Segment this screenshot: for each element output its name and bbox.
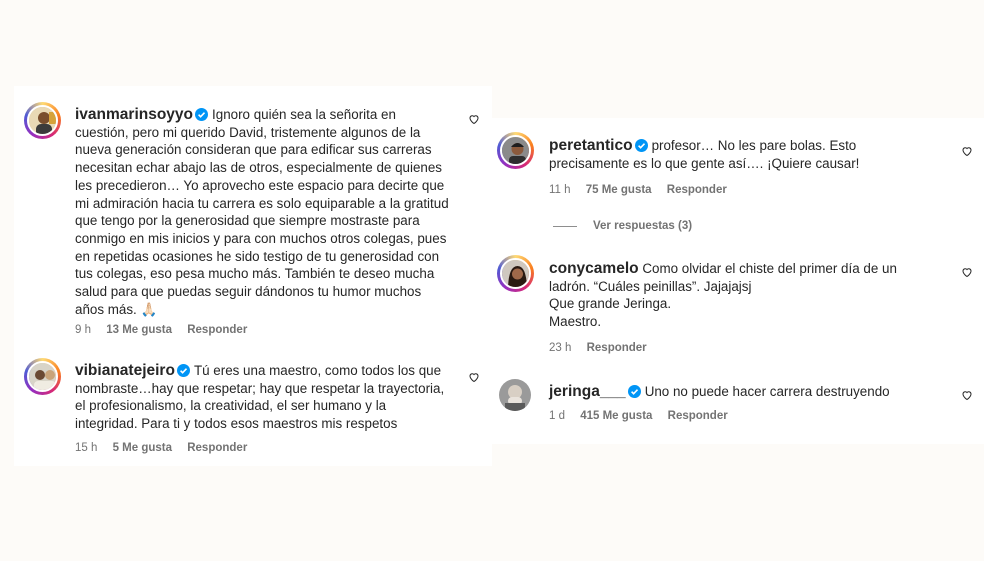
username[interactable]: ivanmarinsoyyo [75, 106, 193, 123]
username[interactable]: conycamelo [549, 260, 639, 277]
comment-line: tus colegas, eso pesa mucho más. También… [75, 266, 435, 282]
comment-time: 9 h [75, 324, 91, 336]
comment-line: salud para que puedas seguir dándonos tu… [75, 284, 422, 300]
comment-body: jeringa___ Uno no puede hacer carrera des… [549, 383, 949, 401]
avatar-image [29, 107, 56, 134]
comment-body: peretantico profesor… No les pare bolas. … [549, 137, 949, 172]
comment-line: Como olvidar el chiste del primer día de… [642, 261, 897, 276]
comment-line: precisamente es lo que gente así…. ¡Quie… [549, 155, 860, 171]
comment-time: 1 d [549, 410, 565, 422]
reply-button[interactable]: Responder [667, 184, 727, 196]
comment-meta: 9 h 13 Me gusta Responder [75, 324, 259, 336]
comment-line: ladrón. “Cuáles peinillas”. Jajajajsj [549, 278, 752, 294]
comment-meta: 11 h 75 Me gusta Responder [549, 184, 739, 196]
like-heart-icon[interactable] [468, 371, 480, 383]
comment-body: ivanmarinsoyyo Ignoro quién sea la señori… [75, 106, 465, 318]
reply-button[interactable]: Responder [187, 324, 247, 336]
like-heart-icon[interactable] [468, 113, 480, 125]
comment-line: en repetidas ocasiones he sido testigo d… [75, 248, 440, 264]
avatar-image [502, 260, 529, 287]
comment-line: Ignoro quién sea la señorita en [212, 107, 396, 122]
avatar-image [29, 363, 56, 390]
comment-line: Maestro. [549, 314, 602, 330]
verified-badge-icon [634, 139, 648, 152]
comment-time: 11 h [549, 184, 571, 196]
comment-line: nombraste…hay que respetar; hay que resp… [75, 380, 445, 396]
reply-button[interactable]: Responder [668, 410, 728, 422]
like-heart-icon[interactable] [961, 389, 973, 401]
comment-line: nueva generación consideran que para edi… [75, 142, 432, 158]
comment-meta: 15 h 5 Me gusta Responder [75, 442, 259, 454]
comment-body: conycamelo Como olvidar el chiste del pr… [549, 260, 949, 331]
comment-time: 23 h [549, 342, 572, 354]
reply-button[interactable]: Responder [587, 342, 647, 354]
comment-line: que tengo por la generosidad que siempre… [75, 213, 420, 229]
likes-count[interactable]: 415 Me gusta [580, 410, 652, 422]
avatar[interactable] [497, 255, 534, 292]
comment-line: cuestión, pero mi querido David, tristem… [75, 124, 421, 140]
likes-count[interactable]: 13 Me gusta [106, 324, 172, 336]
comment-line: Uno no puede hacer carrera destruyendo [644, 384, 890, 399]
comment-time: 15 h [75, 442, 98, 454]
comment-line: Tú eres una maestro, como todos los que [193, 363, 442, 378]
verified-badge-icon [195, 108, 209, 121]
comment-line: les precedieron… Yo aprovecho este espac… [75, 177, 445, 193]
avatar[interactable] [497, 132, 534, 169]
verified-badge-icon [176, 364, 190, 377]
like-heart-icon[interactable] [961, 145, 973, 157]
comment-body: vibianatejeiro Tú eres una maestro, como … [75, 362, 465, 433]
view-replies-button[interactable]: Ver respuestas (3) [593, 220, 692, 232]
comment-line: integridad. Para ti y todos esos maestro… [75, 416, 398, 432]
comment-meta: 1 d 415 Me gusta Responder [549, 410, 740, 422]
username[interactable]: vibianatejeiro [75, 362, 175, 379]
replies-divider [553, 226, 577, 227]
comment-line: el profesionalismo, la creatividad, el s… [75, 398, 387, 414]
comment-line: mi admiración hacia tu carrera es solo e… [75, 195, 449, 211]
reply-button[interactable]: Responder [187, 442, 247, 454]
comment-line: necesitan echar abajo las de otros, espe… [75, 160, 442, 176]
username[interactable]: jeringa___ [549, 383, 626, 400]
verified-badge-icon [627, 385, 641, 398]
comment-line: Que grande Jeringa. [549, 296, 672, 312]
likes-count[interactable]: 5 Me gusta [113, 442, 172, 454]
avatar[interactable] [24, 358, 61, 395]
avatar-image [502, 137, 529, 164]
like-heart-icon[interactable] [961, 266, 973, 278]
avatar-image [499, 379, 531, 411]
comment-line: profesor… No les pare bolas. Esto [651, 138, 857, 153]
username[interactable]: peretantico [549, 137, 633, 154]
avatar[interactable] [499, 379, 531, 411]
avatar[interactable] [24, 102, 61, 139]
likes-count[interactable]: 75 Me gusta [586, 184, 652, 196]
comment-line: años más. 🙏🏻 [75, 301, 158, 317]
comment-meta: 23 h Responder [549, 342, 659, 354]
comment-line: conmigo en mis inicios y para con muchos… [75, 230, 447, 246]
